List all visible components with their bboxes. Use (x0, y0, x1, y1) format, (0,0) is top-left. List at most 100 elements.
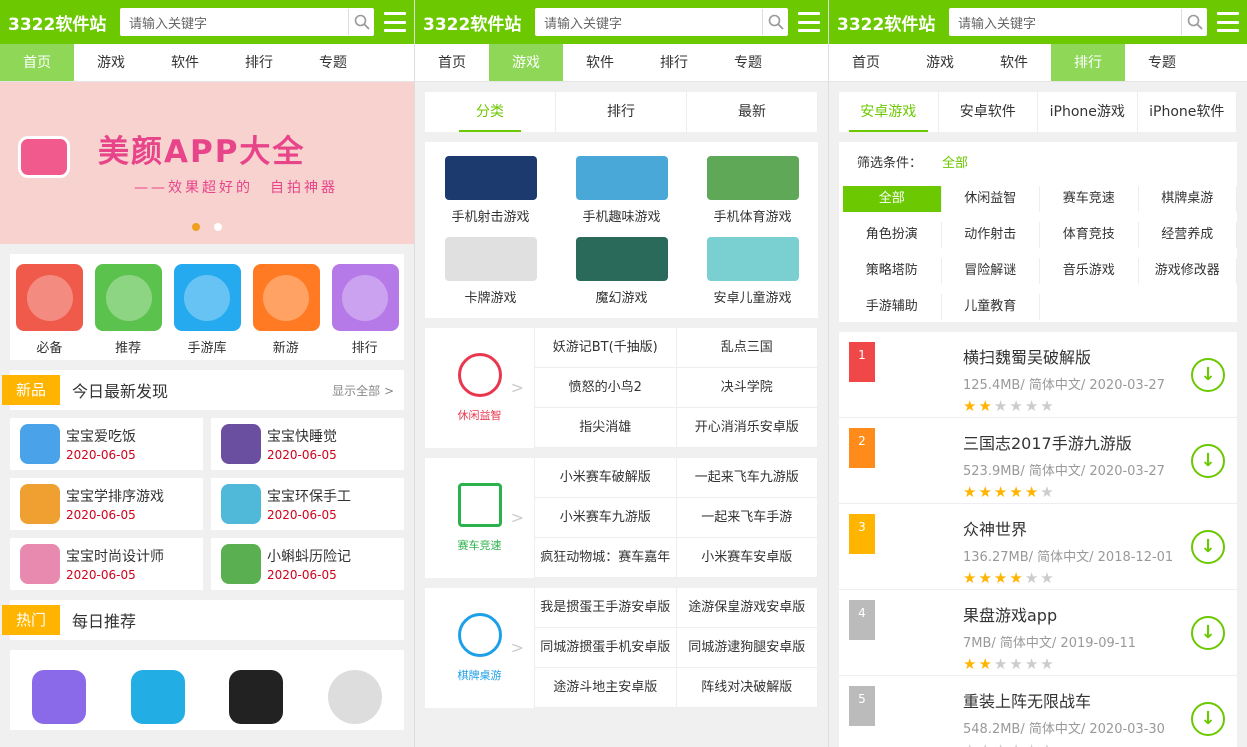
site-logo[interactable]: 3322软件站 (8, 10, 120, 35)
list-item[interactable]: 宝宝环保手工 2020-06-05 (211, 478, 404, 530)
nav-home[interactable]: 首页 (829, 44, 903, 81)
bilibili-app-icon[interactable] (130, 670, 185, 724)
download-icon[interactable]: ↓ (1191, 358, 1225, 392)
game-link[interactable]: 我是掼蛋王手游安卓版 (535, 588, 677, 628)
tag-item[interactable]: 棋牌桌游 (1139, 186, 1237, 212)
camera-lens-app-icon[interactable] (327, 670, 382, 724)
block-casual-head[interactable]: 休闲益智 > (425, 328, 535, 448)
game-link[interactable]: 阵线对决破解版 (676, 668, 818, 708)
tag-item[interactable]: 角色扮演 (843, 222, 942, 248)
cat-library[interactable]: 手游库 (173, 264, 241, 360)
nav-games[interactable]: 游戏 (903, 44, 977, 81)
nav-home[interactable]: 首页 (0, 44, 74, 81)
tag-item[interactable]: 动作射击 (942, 222, 1040, 248)
nav-rank[interactable]: 排行 (1051, 44, 1125, 81)
cat-new[interactable]: 新游 (252, 264, 320, 360)
tab-android-software[interactable]: 安卓软件 (939, 92, 1038, 132)
tag-item[interactable]: 经营养成 (1139, 222, 1237, 248)
nav-topics[interactable]: 专题 (711, 44, 785, 81)
tag-item[interactable]: 体育竞技 (1040, 222, 1139, 248)
download-icon[interactable]: ↓ (1191, 530, 1225, 564)
game-link[interactable]: 途游斗地主安卓版 (535, 668, 677, 708)
game-link[interactable]: 小米赛车破解版 (535, 458, 677, 498)
app-name[interactable]: 三国志2017手游九游版 (963, 430, 1165, 454)
download-icon[interactable]: ↓ (1191, 616, 1225, 650)
game-link[interactable]: 一起来飞车手游 (676, 498, 818, 538)
nav-topics[interactable]: 专题 (296, 44, 370, 81)
app-name[interactable]: 横扫魏蜀吴破解版 (963, 344, 1165, 368)
nav-home[interactable]: 首页 (415, 44, 489, 81)
cat-fun[interactable]: 手机趣味游戏 (556, 156, 687, 237)
tab-latest[interactable]: 最新 (687, 92, 818, 132)
game-link[interactable]: 决斗学院 (676, 368, 818, 408)
tab-ranking[interactable]: 排行 (556, 92, 687, 132)
nav-rank[interactable]: 排行 (222, 44, 296, 81)
search-input[interactable]: 请输入关键字 (120, 13, 348, 32)
game-link[interactable]: 开心消消乐安卓版 (676, 408, 818, 448)
banner[interactable]: 美颜APP大全 ——效果超好的 自拍神器 (0, 82, 414, 244)
app-name[interactable]: 果盘游戏app (963, 602, 1136, 626)
tag-item[interactable]: 手游辅助 (843, 294, 942, 320)
list-item[interactable]: 宝宝时尚设计师 2020-06-05 (10, 538, 203, 590)
cat-sports[interactable]: 手机体育游戏 (687, 156, 818, 237)
game-link[interactable]: 途游保皇游戏安卓版 (676, 588, 818, 628)
cat-kids[interactable]: 安卓儿童游戏 (687, 237, 818, 318)
table-row[interactable]: 1 横扫魏蜀吴破解版 125.4MB/ 简体中文/ 2020-03-27 ★★★★★★… (839, 332, 1237, 418)
table-row[interactable]: 3 众神世界 136.27MB/ 简体中文/ 2018-12-01 ★★★★★★ ↓ (839, 504, 1237, 590)
game-link[interactable]: 指尖消雄 (535, 408, 677, 448)
guitar-pick-app-icon[interactable] (229, 670, 284, 724)
game-link[interactable]: 同城游逮狗腿安卓版 (676, 628, 818, 668)
game-link[interactable]: 小米赛车九游版 (535, 498, 677, 538)
download-icon[interactable]: ↓ (1191, 702, 1225, 736)
download-icon[interactable]: ↓ (1191, 444, 1225, 478)
cat-card[interactable]: 卡牌游戏 (425, 237, 556, 318)
cat-shooter[interactable]: 手机射击游戏 (425, 156, 556, 237)
tag-item[interactable]: 休闲益智 (942, 186, 1040, 212)
table-row[interactable]: 5重装上阵无限战车548.2MB/ 简体中文/ 2020-03-30★★★★★★… (839, 676, 1237, 747)
search-icon[interactable] (348, 9, 374, 35)
block-racing-head[interactable]: 赛车竞速 > (425, 458, 535, 578)
cat-rank[interactable]: 排行 (331, 264, 399, 360)
tag-item[interactable]: 策略塔防 (843, 258, 942, 284)
show-all-link[interactable]: 显示全部 > (332, 382, 394, 399)
app-name[interactable]: 重装上阵无限战车 (963, 688, 1165, 712)
tag-item[interactable]: 冒险解谜 (942, 258, 1040, 284)
tag-item[interactable]: 音乐游戏 (1040, 258, 1139, 284)
list-item[interactable]: 宝宝爱吃饭 2020-06-05 (10, 418, 203, 470)
search-box[interactable]: 请输入关键字 (120, 8, 374, 36)
menu-icon[interactable] (1217, 12, 1239, 32)
search-input[interactable]: 请输入关键字 (949, 13, 1181, 32)
nav-games[interactable]: 游戏 (74, 44, 148, 81)
cat-essential[interactable]: 必备 (16, 264, 84, 360)
list-item[interactable]: 宝宝快睡觉 2020-06-05 (211, 418, 404, 470)
tag-item[interactable]: 赛车竞速 (1040, 186, 1139, 212)
video-app-icon[interactable] (32, 670, 87, 724)
site-logo[interactable]: 3322软件站 (423, 10, 535, 35)
table-row[interactable]: 4 果盘游戏app 7MB/ 简体中文/ 2019-09-11 ★★★★★★ ↓ (839, 590, 1237, 676)
tag-item[interactable]: 儿童教育 (942, 294, 1040, 320)
menu-icon[interactable] (384, 12, 406, 32)
game-link[interactable]: 一起来飞车九游版 (676, 458, 818, 498)
table-row[interactable]: 2 三国志2017手游九游版 523.9MB/ 简体中文/ 2020-03-27 ★★… (839, 418, 1237, 504)
search-box[interactable]: 请输入关键字 (949, 8, 1207, 36)
tab-android-games[interactable]: 安卓游戏 (839, 92, 939, 132)
game-link[interactable]: 愤怒的小鸟2 (535, 368, 677, 408)
carousel-dots[interactable] (192, 223, 222, 231)
search-box[interactable]: 请输入关键字 (535, 8, 788, 36)
game-link[interactable]: 妖游记BT(千抽版) (535, 328, 677, 368)
list-item[interactable]: 宝宝学排序游戏 2020-06-05 (10, 478, 203, 530)
block-board-head[interactable]: 棋牌桌游 > (425, 588, 535, 708)
nav-games[interactable]: 游戏 (489, 44, 563, 81)
tab-iphone-software[interactable]: iPhone软件 (1138, 92, 1237, 132)
app-name[interactable]: 众神世界 (963, 516, 1173, 540)
game-link[interactable]: 小米赛车安卓版 (676, 538, 818, 578)
tag-item[interactable]: 游戏修改器 (1139, 258, 1237, 284)
game-link[interactable]: 乱点三国 (676, 328, 818, 368)
tag-item[interactable]: 全部 (843, 186, 942, 212)
nav-rank[interactable]: 排行 (637, 44, 711, 81)
nav-topics[interactable]: 专题 (1125, 44, 1199, 81)
search-icon[interactable] (1181, 9, 1207, 35)
nav-software[interactable]: 软件 (148, 44, 222, 81)
menu-icon[interactable] (798, 12, 820, 32)
game-link[interactable]: 同城游掼蛋手机安卓版 (535, 628, 677, 668)
